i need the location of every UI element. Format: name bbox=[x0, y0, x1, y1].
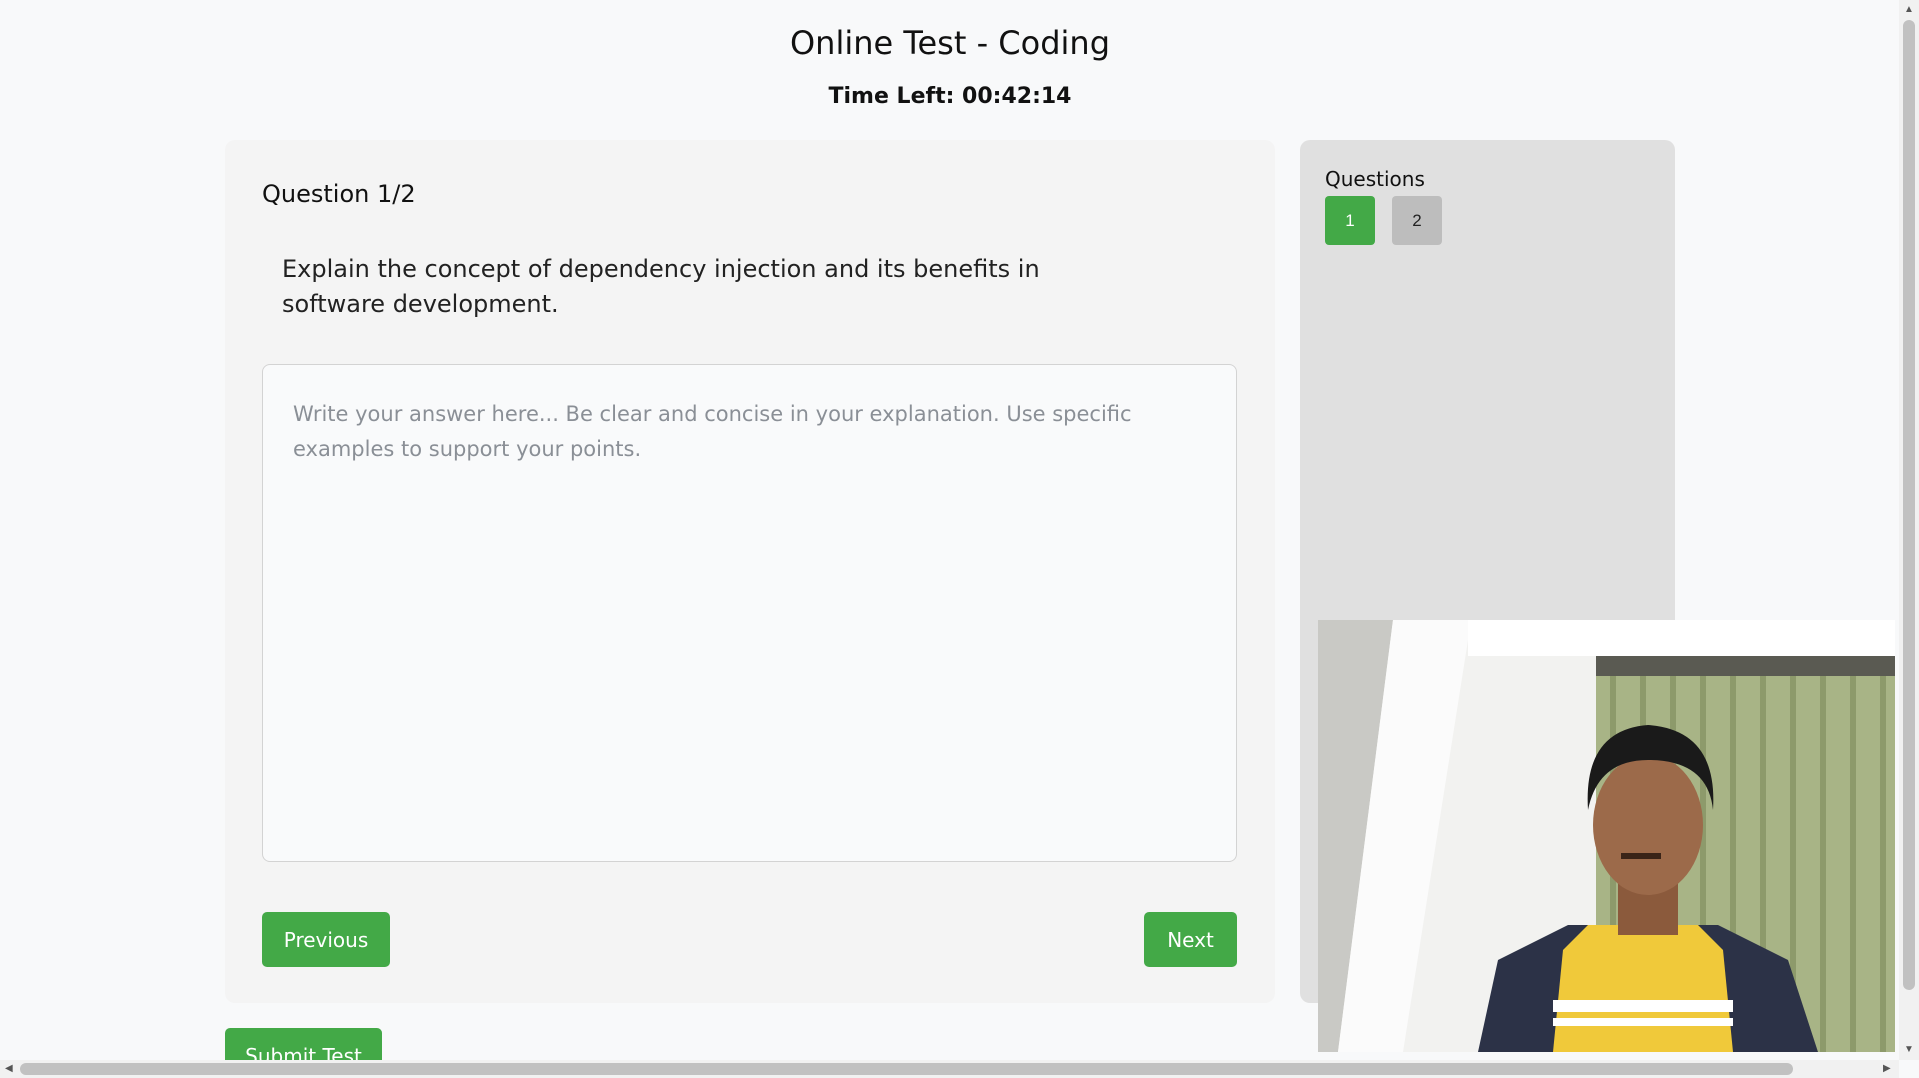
navigator-title: Questions bbox=[1325, 167, 1425, 191]
question-nav-2[interactable]: 2 bbox=[1392, 196, 1442, 245]
vertical-scroll-thumb[interactable] bbox=[1903, 20, 1915, 990]
horizontal-scroll-thumb[interactable] bbox=[20, 1063, 1793, 1075]
timer: Time Left: 00:42:14 bbox=[828, 84, 1072, 109]
previous-button[interactable]: Previous bbox=[262, 912, 390, 967]
scroll-right-icon[interactable]: ▶ bbox=[1883, 1063, 1891, 1074]
horizontal-scrollbar[interactable]: ◀ ▶ bbox=[0, 1060, 1899, 1078]
scroll-up-icon[interactable]: ▲ bbox=[1904, 4, 1914, 15]
question-text: Explain the concept of dependency inject… bbox=[282, 255, 1040, 318]
scroll-left-icon[interactable]: ◀ bbox=[5, 1063, 13, 1074]
answer-textarea[interactable] bbox=[262, 364, 1237, 862]
vertical-scrollbar[interactable]: ▲ ▼ bbox=[1899, 0, 1919, 1060]
question-card: Question 1/2 Explain the concept of depe… bbox=[225, 140, 1275, 1003]
next-button[interactable]: Next bbox=[1144, 912, 1237, 967]
page-title: Online Test - Coding bbox=[789, 24, 1110, 62]
webcam-preview bbox=[1318, 620, 1895, 1052]
scroll-down-icon[interactable]: ▼ bbox=[1904, 1044, 1914, 1055]
question-nav-1[interactable]: 1 bbox=[1325, 196, 1375, 245]
question-number: Question 1/2 bbox=[262, 180, 416, 208]
webcam-video bbox=[1318, 620, 1895, 1052]
